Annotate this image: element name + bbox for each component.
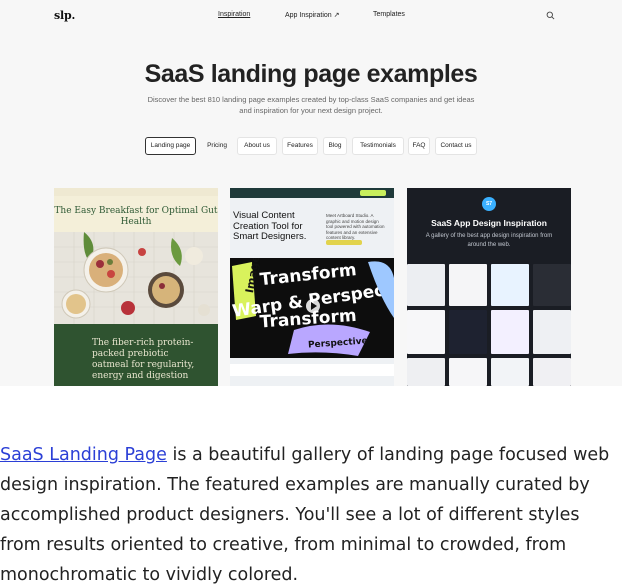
card-panel-text: The fiber-rich protein-packed prebiotic …	[92, 338, 195, 381]
app-thumbnail	[491, 358, 529, 386]
site-screenshot: slp. Inspiration App Inspiration ↗ Templ…	[0, 0, 622, 386]
app-thumbnail	[407, 358, 445, 386]
card-side-button	[326, 240, 362, 245]
example-card-artboard[interactable]: Visual Content Creation Tool for Smart D…	[230, 188, 394, 386]
card-side-text: Meet Artboard Studio. A graphic and moti…	[326, 213, 385, 240]
card-badge: S7	[482, 197, 496, 211]
filter-testimonials[interactable]: Testimonials	[352, 137, 404, 155]
card-heading: The Easy Breakfast for Optimal Gut Healt…	[54, 206, 218, 227]
card-subtitle: A gallery of the best app design inspira…	[425, 233, 553, 248]
filter-blog[interactable]: Blog	[323, 137, 347, 155]
app-thumbnail	[491, 310, 529, 354]
search-icon[interactable]	[546, 11, 555, 20]
nav-link-templates[interactable]: Templates	[373, 11, 405, 18]
example-card-breakfast[interactable]: The Easy Breakfast for Optimal Gut Healt…	[54, 188, 218, 386]
description-text: is a beautiful gallery of landing page f…	[0, 445, 610, 585]
filter-landing-page[interactable]: Landing page	[145, 137, 196, 155]
app-thumbnail	[407, 310, 445, 354]
logo[interactable]: slp.	[54, 9, 75, 22]
filter-features[interactable]: Features	[282, 137, 318, 155]
app-thumbnail	[533, 310, 571, 354]
top-nav: slp. Inspiration App Inspiration ↗ Templ…	[0, 0, 622, 32]
example-card-saas-app[interactable]: S7 SaaS App Design Inspiration A gallery…	[407, 188, 571, 386]
app-thumbnail	[449, 310, 487, 354]
page-subtitle: Discover the best 810 landing page examp…	[147, 95, 475, 115]
card-cta-button	[360, 190, 386, 196]
app-thumbnail	[407, 264, 445, 306]
saas-landing-page-link[interactable]: SaaS Landing Page	[0, 445, 167, 465]
filter-about-us[interactable]: About us	[237, 137, 277, 155]
app-thumbnail	[491, 264, 529, 306]
card-heading: SaaS App Design Inspiration	[431, 218, 547, 228]
filter-pricing[interactable]: Pricing	[202, 137, 232, 155]
filter-contact-us[interactable]: Contact us	[435, 137, 477, 155]
card-footer-bar	[230, 364, 394, 376]
card-header-bar	[54, 188, 218, 196]
food-photo	[54, 232, 218, 324]
nav-link-inspiration[interactable]: Inspiration	[218, 11, 250, 18]
filter-faq[interactable]: FAQ	[408, 137, 430, 155]
transform-artwork: Image Transform Warp & Perspective Trans…	[230, 258, 394, 358]
card-heading: Visual Content Creation Tool for Smart D…	[233, 210, 307, 242]
nav-link-app-inspiration[interactable]: App Inspiration ↗	[285, 11, 340, 19]
app-thumbnail	[533, 358, 571, 386]
app-thumbnail	[533, 264, 571, 306]
description-paragraph: SaaS Landing Page is a beautiful gallery…	[0, 440, 622, 586]
app-thumbnail	[449, 264, 487, 306]
page-title: SaaS landing page examples	[144, 60, 478, 88]
app-thumbnail	[449, 358, 487, 386]
